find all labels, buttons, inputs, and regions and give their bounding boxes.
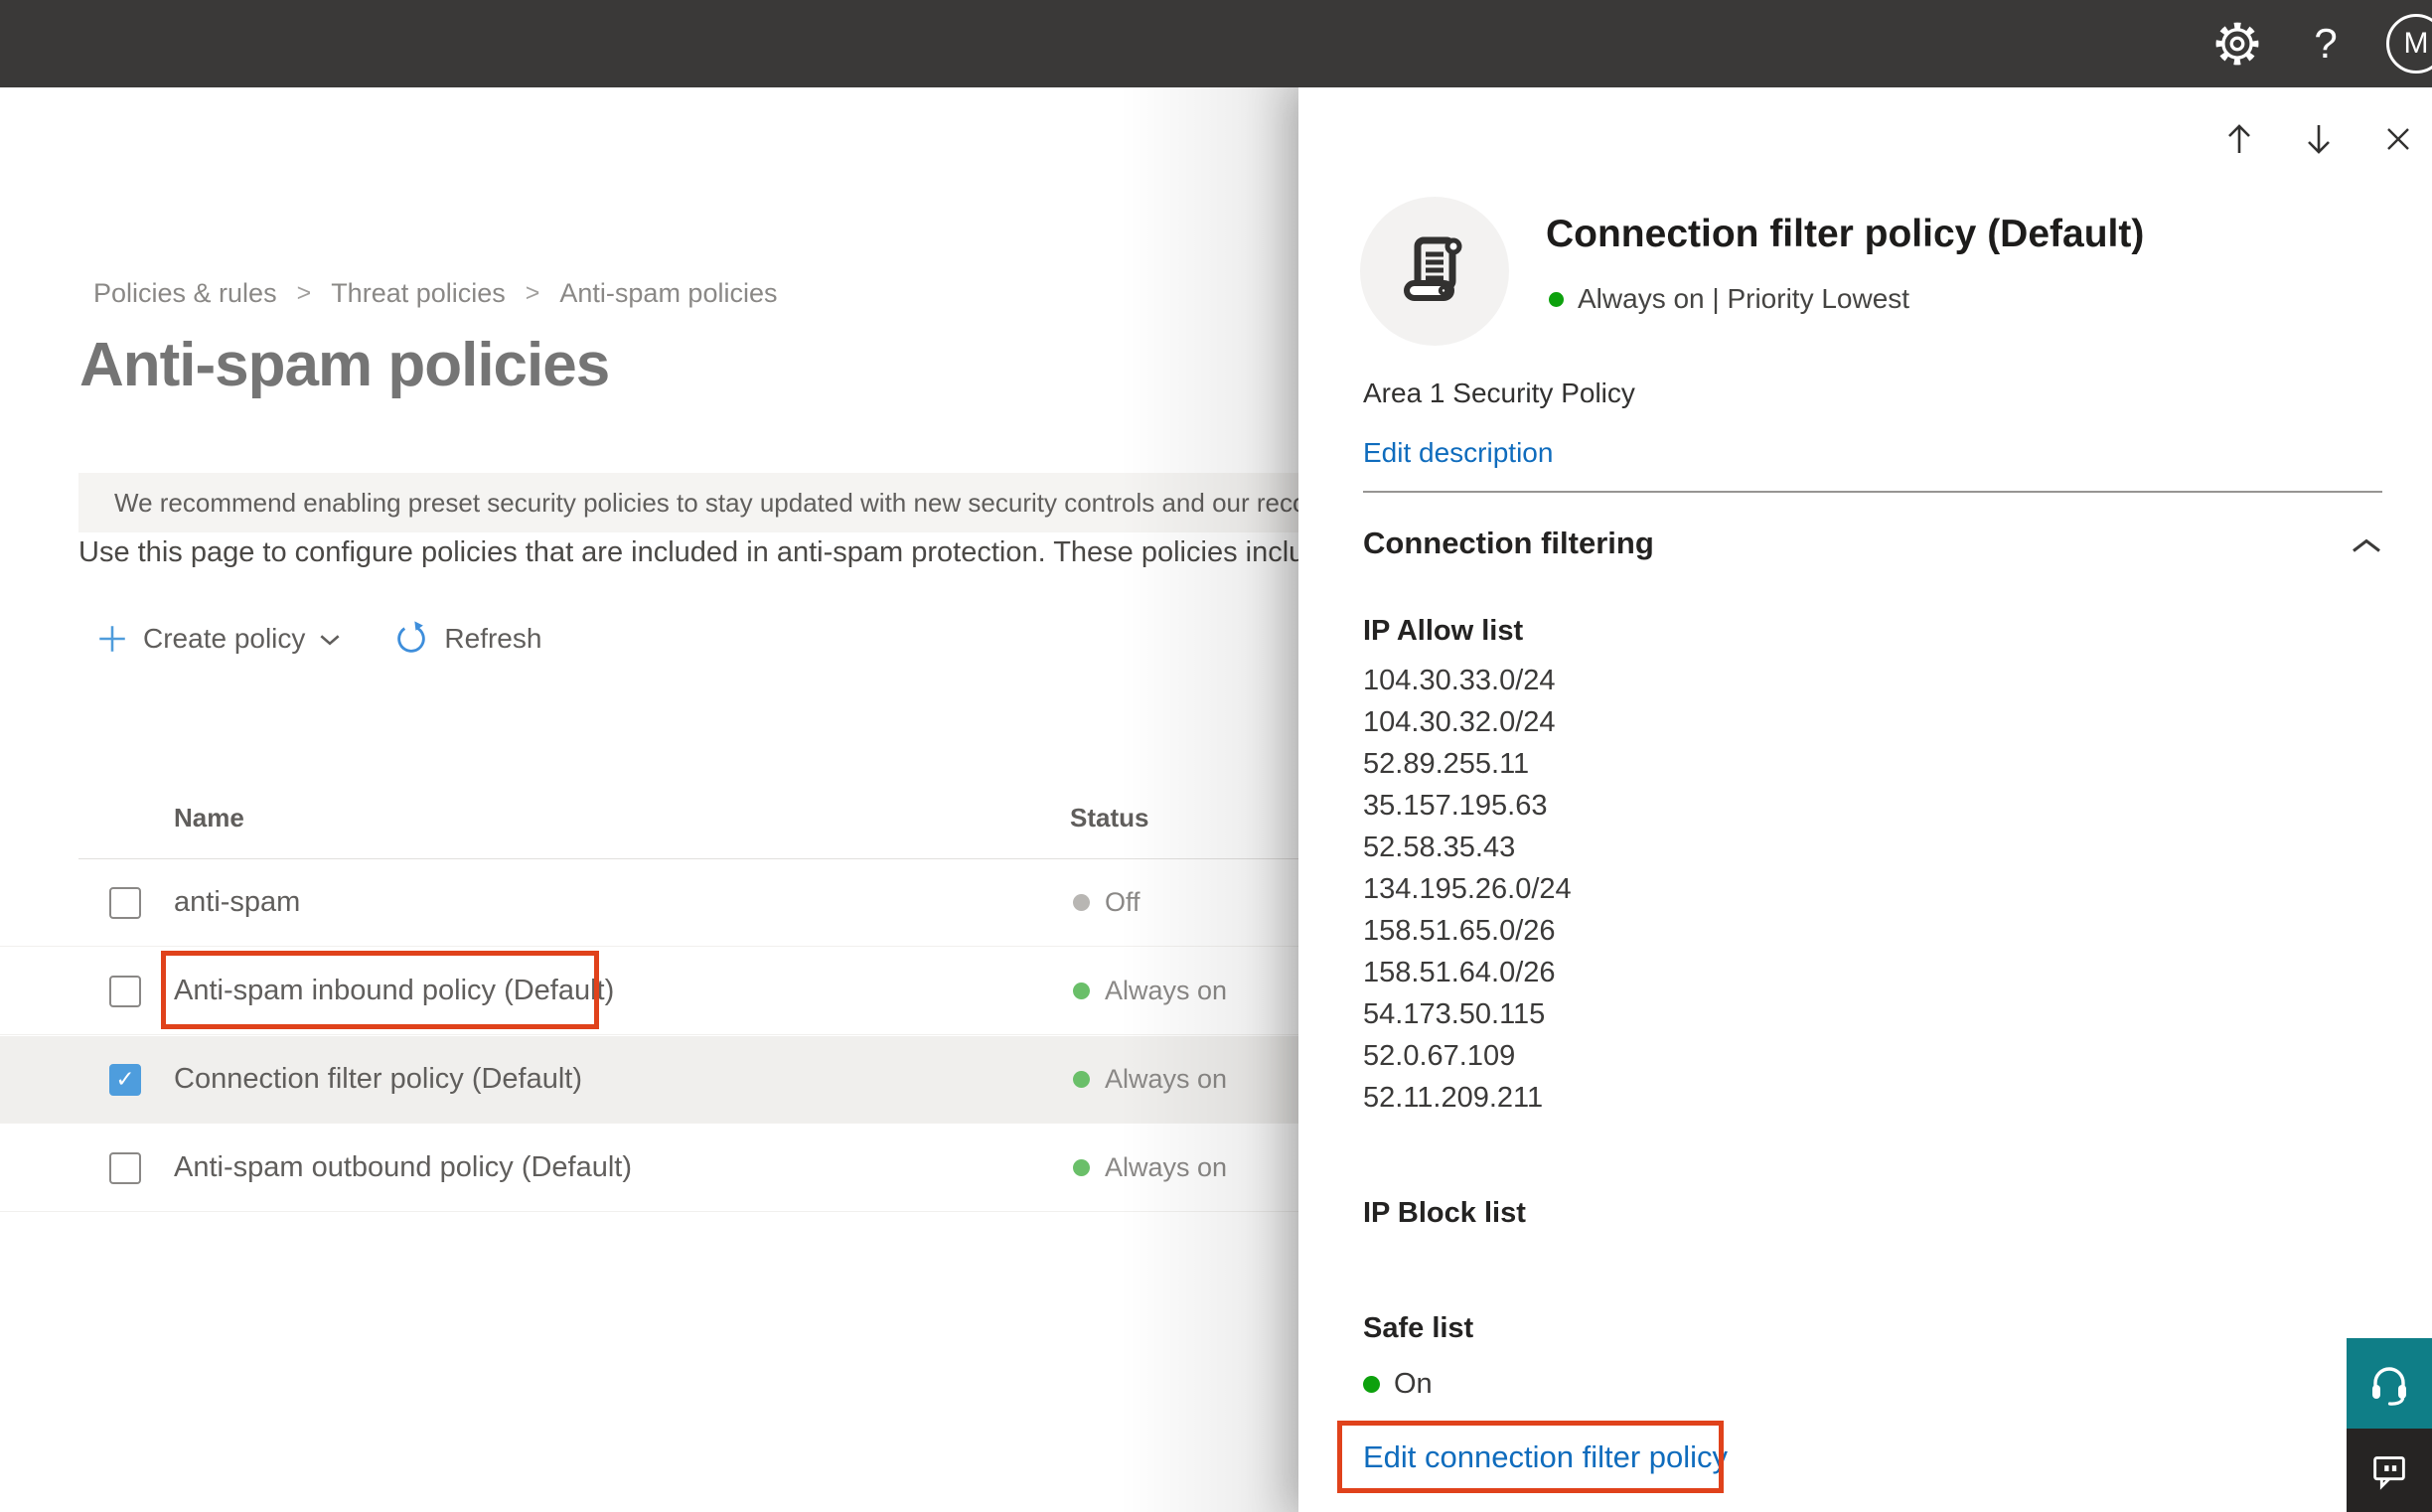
status-dot	[1073, 983, 1090, 999]
chevron-down-icon	[320, 634, 340, 646]
top-bar: ? M	[0, 0, 2432, 87]
ip-allow-list-heading: IP Allow list	[1363, 615, 1524, 647]
ip-address: 35.157.195.63	[1363, 790, 1548, 822]
ip-address: 52.89.255.11	[1363, 748, 1530, 780]
close-button[interactable]	[2381, 122, 2415, 156]
row-checkbox[interactable]	[109, 1151, 141, 1184]
ip-address: 158.51.65.0/26	[1363, 915, 1556, 947]
move-up-button[interactable]	[2222, 122, 2256, 156]
question-mark-icon: ?	[2314, 20, 2338, 67]
flyout-status: Always on | Priority Lowest	[1549, 283, 1909, 315]
help-button[interactable]: ?	[2303, 20, 2349, 67]
safe-list-status: On	[1363, 1368, 1433, 1401]
policy-details-flyout: Connection filter policy (Default) Alway…	[1298, 87, 2432, 1512]
table-row[interactable]: Anti-spam outbound policy (Default) Alwa…	[0, 1125, 1298, 1212]
chevron-right-icon: >	[525, 279, 540, 307]
ip-address: 104.30.33.0/24	[1363, 665, 1556, 696]
support-button[interactable]	[2347, 1338, 2432, 1429]
policy-name[interactable]: anti-spam	[174, 886, 300, 919]
policy-avatar	[1360, 197, 1509, 346]
ip-address: 52.58.35.43	[1363, 832, 1516, 863]
move-down-button[interactable]	[2302, 122, 2336, 156]
policy-name[interactable]: Anti-spam outbound policy (Default)	[174, 1151, 632, 1184]
create-policy-label: Create policy	[143, 623, 306, 654]
plus-icon	[99, 626, 125, 652]
status-dot	[1549, 291, 1564, 307]
edit-connection-filter-policy-link[interactable]: Edit connection filter policy	[1363, 1439, 1728, 1475]
feedback-button[interactable]	[2347, 1429, 2432, 1512]
row-checkbox[interactable]	[109, 975, 141, 1007]
edit-description-link[interactable]: Edit description	[1363, 437, 1553, 469]
create-policy-button[interactable]: Create policy	[95, 622, 341, 656]
settings-button[interactable]	[2214, 21, 2260, 67]
ip-block-list-heading: IP Block list	[1363, 1197, 1526, 1229]
scroll-icon	[1404, 236, 1462, 301]
breadcrumb-item-policies-rules[interactable]: Policies & rules	[93, 278, 277, 309]
table-row[interactable]: anti-spam Off	[0, 859, 1298, 947]
refresh-icon	[397, 621, 426, 653]
breadcrumb: Policies & rules > Threat policies > Ant…	[93, 278, 777, 309]
collapse-chevron-icon[interactable]	[2351, 536, 2382, 555]
ip-address: 52.11.209.211	[1363, 1082, 1544, 1114]
table-row[interactable]: Anti-spam inbound policy (Default) Alway…	[0, 948, 1298, 1035]
flyout-nav	[2222, 122, 2415, 156]
banner-text: We recommend enabling preset security po…	[114, 487, 1298, 518]
ip-allow-list: 104.30.33.0/24 104.30.32.0/24 52.89.255.…	[1363, 660, 1572, 1119]
ip-address: 52.0.67.109	[1363, 1040, 1516, 1072]
policy-name[interactable]: Connection filter policy (Default)	[174, 1063, 582, 1096]
ip-address: 104.30.32.0/24	[1363, 706, 1556, 738]
policy-name[interactable]: Anti-spam inbound policy (Default)	[174, 975, 614, 1007]
status-text: Always on	[1105, 1064, 1228, 1094]
safe-list-heading: Safe list	[1363, 1312, 1474, 1344]
policy-description: Area 1 Security Policy	[1363, 378, 1635, 408]
status-text: Off	[1105, 887, 1140, 917]
section-divider	[1363, 491, 2382, 493]
row-checkbox[interactable]	[109, 886, 141, 919]
headset-icon	[2372, 1366, 2406, 1406]
ip-address: 54.173.50.115	[1363, 998, 1546, 1030]
breadcrumb-item-threat-policies[interactable]: Threat policies	[331, 278, 506, 309]
row-checkbox-checked[interactable]	[109, 1063, 141, 1096]
gear-icon	[2215, 22, 2259, 66]
flyout-status-text: Always on | Priority Lowest	[1578, 283, 1910, 314]
main-content: Policies & rules > Threat policies > Ant…	[0, 87, 1298, 1512]
page-title: Anti-spam policies	[79, 331, 610, 399]
status-dot	[1363, 1376, 1380, 1393]
status-text: Always on	[1105, 976, 1228, 1005]
refresh-label: Refresh	[444, 623, 542, 654]
chat-icon	[2373, 1456, 2405, 1490]
status-text: Always on	[1105, 1152, 1228, 1182]
ip-address: 134.195.26.0/24	[1363, 873, 1572, 905]
refresh-button[interactable]: Refresh	[392, 620, 541, 658]
status-dot	[1073, 1071, 1090, 1088]
section-connection-filtering[interactable]: Connection filtering	[1363, 526, 1654, 561]
info-banner: We recommend enabling preset security po…	[78, 473, 1298, 532]
status-dot	[1073, 1159, 1090, 1176]
flyout-title: Connection filter policy (Default)	[1546, 213, 2145, 255]
column-header-name[interactable]: Name	[174, 803, 244, 833]
avatar-initial: M	[2403, 27, 2429, 60]
table-row-selected[interactable]: Connection filter policy (Default) Alway…	[0, 1036, 1298, 1124]
app-window: ? M Policies & rules > Threat policies >…	[0, 0, 2432, 1512]
chevron-right-icon: >	[296, 279, 312, 307]
toolbar: Create policy Refresh	[95, 619, 541, 659]
safe-list-status-text: On	[1394, 1368, 1433, 1400]
status-dot	[1073, 894, 1090, 911]
user-avatar[interactable]: M	[2386, 14, 2432, 74]
breadcrumb-item-anti-spam-policies: Anti-spam policies	[559, 278, 778, 308]
ip-address: 158.51.64.0/26	[1363, 957, 1556, 988]
column-header-status[interactable]: Status	[1070, 803, 1148, 833]
page-description: Use this page to configure policies that…	[78, 536, 1298, 568]
